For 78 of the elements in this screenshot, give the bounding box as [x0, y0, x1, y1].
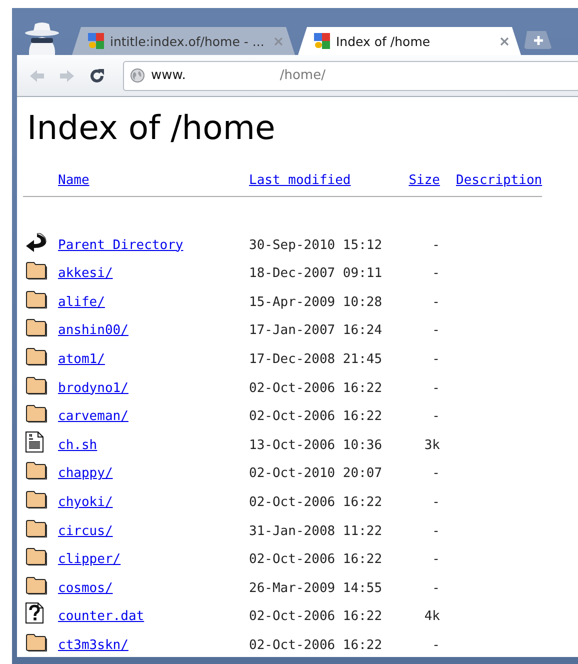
url-host: www.: [151, 68, 186, 83]
modified-date: 02-Oct-2006 16:22: [249, 494, 382, 510]
modified-date: 02-Oct-2006 16:22: [249, 380, 382, 396]
file-link[interactable]: circus/: [58, 524, 113, 539]
folder-icon: [25, 404, 48, 424]
file-link[interactable]: anshin00/: [58, 323, 128, 338]
folder-icon: [25, 290, 48, 310]
return-arrow-icon: [25, 232, 47, 253]
browser-tab[interactable]: intitle:index.of/home - ...: [72, 27, 295, 55]
file-link[interactable]: chyoki/: [58, 494, 113, 510]
file-size: -: [432, 552, 440, 568]
modified-date: 02-Oct-2006 16:22: [249, 552, 382, 568]
new-tab-button[interactable]: [524, 31, 552, 49]
page-heading: Index of /home: [27, 108, 276, 147]
address-bar[interactable]: www. /home/: [123, 60, 578, 90]
file-link[interactable]: carveman/: [58, 409, 128, 424]
browser-tab[interactable]: Index of /home: [298, 27, 521, 55]
url-path: /home/: [280, 68, 326, 83]
column-sort-link[interactable]: Description: [456, 173, 542, 188]
file-size: -: [432, 580, 440, 596]
file-size: 3k: [424, 438, 440, 453]
folder-icon: [25, 376, 48, 396]
modified-date: 15-Apr-2009 10:28: [249, 294, 382, 310]
file-link[interactable]: atom1/: [58, 352, 105, 367]
folder-icon: [25, 576, 48, 596]
modified-date: 17-Dec-2008 21:45: [249, 352, 382, 367]
folder-icon: [25, 518, 48, 539]
modified-date: 31-Jan-2008 11:22: [249, 524, 382, 539]
file-size: -: [432, 524, 440, 539]
file-link[interactable]: alife/: [58, 294, 105, 310]
modified-date: 30-Sep-2010 15:12: [249, 238, 382, 253]
file-size: -: [432, 409, 440, 424]
question-document-icon: [25, 602, 44, 624]
folder-icon: [25, 547, 48, 568]
folder-icon: [25, 346, 48, 367]
file-size: -: [432, 466, 440, 482]
column-sort-link[interactable]: Size: [408, 173, 440, 188]
file-link[interactable]: counter.dat: [58, 609, 144, 624]
modified-date: 02-Oct-2006 16:22: [249, 609, 382, 624]
modified-date: 02-Oct-2006 16:22: [249, 409, 382, 424]
folder-icon: [25, 490, 48, 510]
modified-date: 17-Jan-2007 16:24: [249, 323, 382, 338]
file-link[interactable]: ch.sh: [58, 438, 98, 453]
file-size: -: [432, 638, 440, 653]
file-size: -: [432, 494, 440, 510]
file-link[interactable]: clipper/: [58, 552, 121, 568]
file-size: -: [432, 323, 440, 338]
close-icon[interactable]: [500, 36, 509, 46]
file-link[interactable]: chappy/: [58, 466, 113, 482]
folder-icon: [25, 461, 48, 482]
globe-icon: [130, 68, 145, 83]
file-size: -: [432, 380, 440, 396]
file-size: -: [432, 238, 440, 253]
folder-icon: [25, 632, 48, 653]
modified-date: 18-Dec-2007 09:11: [249, 266, 382, 282]
column-sort-link[interactable]: Name: [58, 173, 90, 188]
tile-icon: [88, 33, 104, 49]
folder-icon: [25, 261, 48, 282]
file-link[interactable]: brodyno1/: [58, 380, 128, 396]
file-link[interactable]: akkesi/: [58, 266, 113, 282]
modified-date: 02-Oct-2006 16:22: [249, 638, 382, 653]
file-link[interactable]: Parent Directory: [58, 238, 184, 253]
file-link[interactable]: ct3m3skn/: [58, 638, 128, 653]
modified-date: 26-Mar-2009 14:55: [249, 580, 382, 596]
folder-icon: [25, 318, 48, 338]
text-document-icon: [25, 430, 44, 453]
tile-icon: [314, 33, 330, 49]
incognito-icon: [22, 21, 62, 55]
file-size: -: [432, 352, 440, 367]
modified-date: 02-Oct-2010 20:07: [249, 466, 382, 482]
modified-date: 13-Oct-2006 10:36: [249, 438, 382, 453]
file-size: 4k: [424, 609, 440, 624]
file-size: -: [432, 266, 440, 282]
plus-icon: [532, 34, 544, 46]
column-sort-link[interactable]: Last modified: [249, 173, 351, 188]
file-link[interactable]: cosmos/: [58, 580, 113, 596]
file-size: -: [432, 294, 440, 310]
reload-icon[interactable]: [89, 68, 105, 84]
